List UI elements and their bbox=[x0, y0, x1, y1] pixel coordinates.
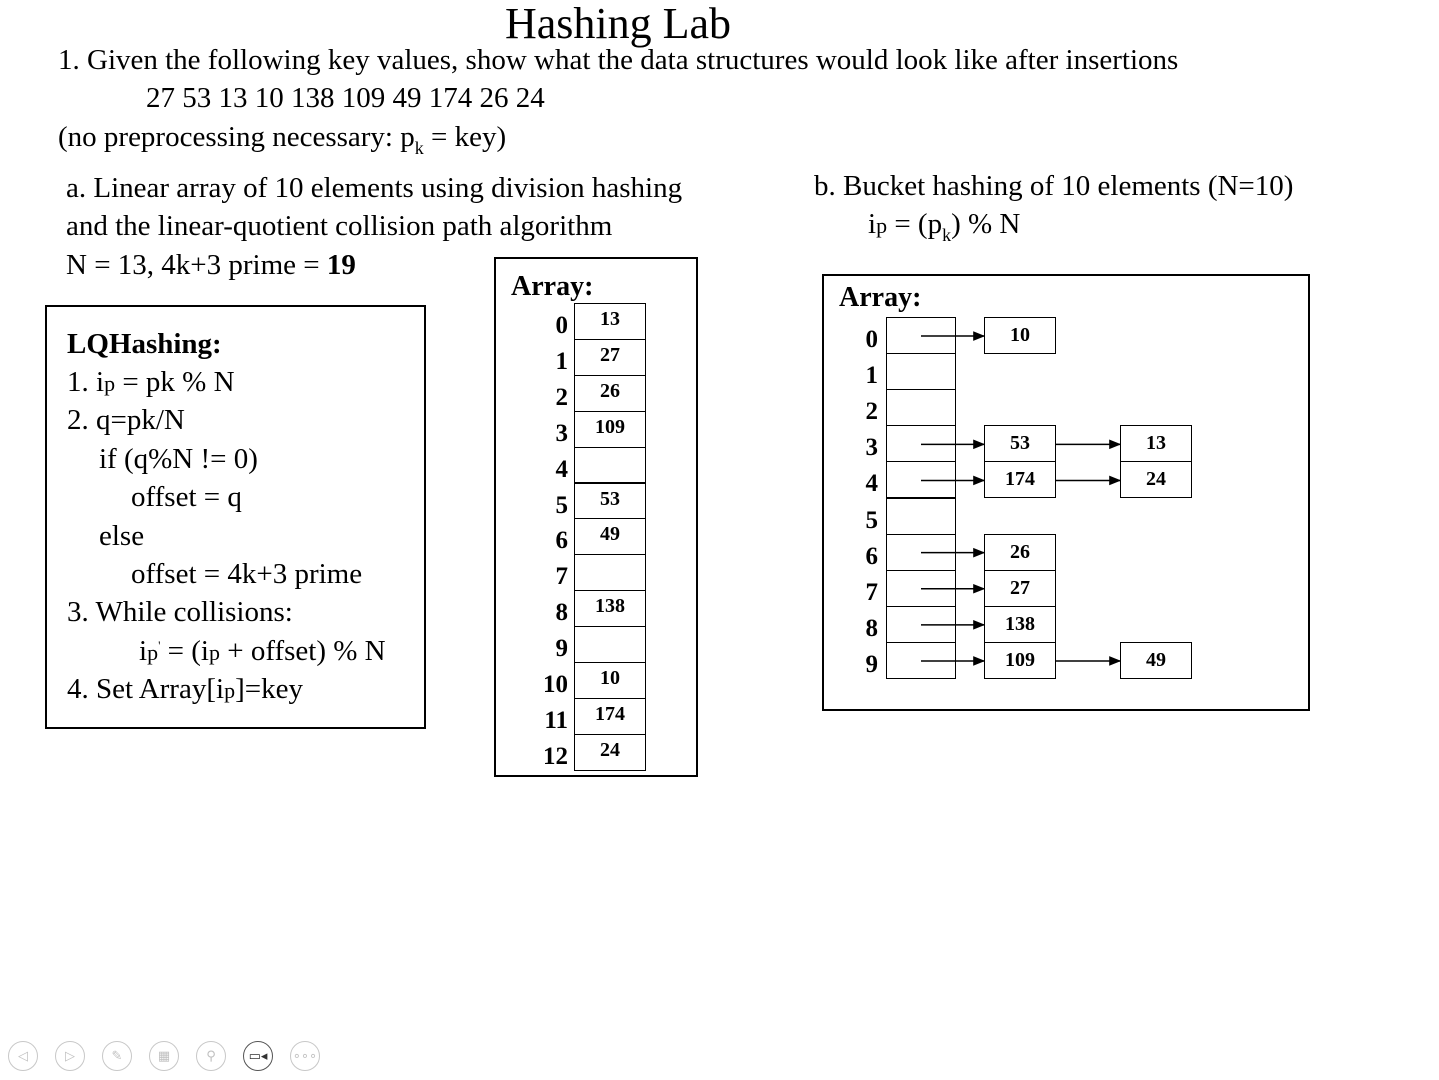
zoom-icon[interactable]: ⚲ bbox=[196, 1041, 226, 1071]
pen-icon[interactable]: ✎ bbox=[102, 1041, 132, 1071]
forward-icon[interactable]: ▷ bbox=[55, 1041, 85, 1071]
back-icon[interactable]: ◁ bbox=[8, 1041, 38, 1071]
video-icon[interactable]: ▭◂ bbox=[243, 1041, 273, 1071]
more-icon[interactable]: ∘∘∘ bbox=[290, 1041, 320, 1071]
slides-grid-icon[interactable]: ▦ bbox=[149, 1041, 179, 1071]
bucket-arrows bbox=[921, 331, 1122, 666]
